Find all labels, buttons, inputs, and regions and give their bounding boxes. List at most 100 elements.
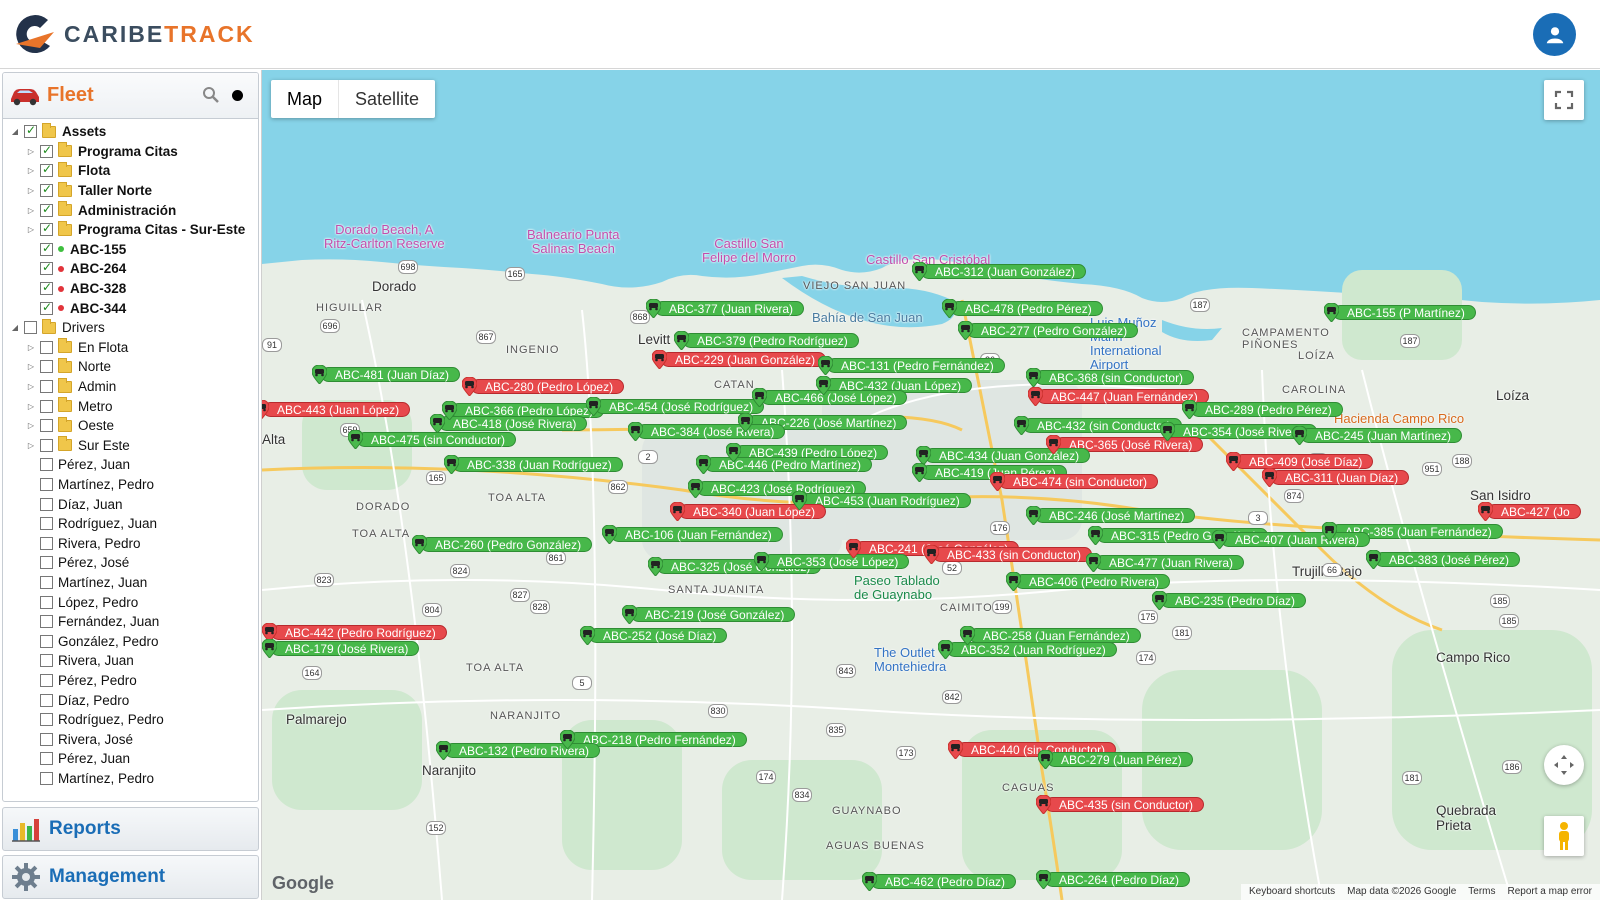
vehicle-marker[interactable]: ABC-264 (Pedro Díaz): [1036, 870, 1191, 889]
street-view-pegman[interactable]: [1544, 816, 1584, 856]
tree-checkbox[interactable]: [40, 260, 53, 276]
tree-checkbox[interactable]: [40, 241, 53, 256]
report-error-link[interactable]: Report a map error: [1508, 886, 1592, 898]
expand-arrow-icon[interactable]: ▷: [25, 362, 37, 371]
expand-arrow-icon[interactable]: ▷: [25, 206, 37, 215]
vehicle-marker[interactable]: ABC-179 (José Rivera): [262, 639, 420, 658]
expand-arrow-icon[interactable]: ▷: [25, 421, 37, 430]
tree-item[interactable]: ▷ Sur Este: [3, 436, 258, 456]
status-dot-icon[interactable]: [232, 90, 243, 101]
tree-checkbox[interactable]: [40, 634, 53, 648]
tree-checkbox[interactable]: [40, 360, 53, 374]
vehicle-marker[interactable]: ABC-280 (Pedro López): [462, 377, 625, 396]
vehicle-marker[interactable]: ABC-312 (Juan González): [912, 262, 1087, 281]
vehicle-marker[interactable]: ABC-383 (José Pérez): [1366, 550, 1521, 569]
tree-item[interactable]: Pérez, Pedro: [3, 671, 258, 691]
tree-item[interactable]: López, Pedro: [3, 592, 258, 612]
tree-item[interactable]: Martínez, Juan: [3, 573, 258, 593]
place-label[interactable]: Balneario Punta Salinas Beach: [527, 228, 620, 256]
terms-link[interactable]: Terms: [1468, 886, 1495, 898]
tree-checkbox[interactable]: [40, 419, 53, 433]
tree-checkbox[interactable]: [40, 340, 53, 354]
map-type-map[interactable]: Map: [271, 80, 340, 118]
tree-checkbox[interactable]: [40, 575, 53, 589]
vehicle-marker[interactable]: ABC-379 (Pedro Rodríguez): [674, 331, 859, 350]
tree-checkbox[interactable]: [40, 654, 53, 668]
expand-arrow-icon[interactable]: ▷: [25, 343, 37, 352]
collapse-arrow-icon[interactable]: ◢: [9, 323, 21, 332]
vehicle-marker[interactable]: ABC-443 (Juan López): [262, 400, 411, 419]
tree-checkbox[interactable]: [40, 732, 53, 746]
vehicle-marker[interactable]: ABC-462 (Pedro Díaz): [862, 872, 1017, 891]
vehicle-marker[interactable]: ABC-475 (sin Conductor): [348, 430, 517, 449]
vehicle-marker[interactable]: ABC-478 (Pedro Pérez): [942, 299, 1103, 318]
place-label[interactable]: Paseo Tablado de Guaynabo: [854, 574, 940, 602]
tree-checkbox[interactable]: [40, 300, 53, 315]
tree-item[interactable]: ▷ Programa Citas: [3, 142, 258, 162]
tree-checkbox[interactable]: [40, 517, 53, 531]
place-label[interactable]: Castillo San Felipe del Morro: [702, 237, 796, 265]
tree-checkbox[interactable]: [40, 280, 53, 296]
expand-arrow-icon[interactable]: ▷: [25, 402, 37, 411]
tree-item[interactable]: ◢ Assets: [3, 122, 258, 142]
tree-item[interactable]: Pérez, Juan: [3, 455, 258, 475]
tree-item[interactable]: ▷ Taller Norte: [3, 181, 258, 201]
tree-checkbox[interactable]: [24, 123, 37, 139]
tree-item[interactable]: Rodríguez, Juan: [3, 514, 258, 534]
tree-item[interactable]: ▷ Flota: [3, 161, 258, 181]
tree-checkbox[interactable]: [40, 438, 53, 452]
tree-checkbox[interactable]: [40, 497, 53, 511]
tree-checkbox[interactable]: [40, 595, 53, 609]
place-label[interactable]: Dorado Beach, A Ritz-Carlton Reserve: [324, 223, 445, 251]
vehicle-marker[interactable]: ABC-442 (Pedro Rodríguez): [262, 623, 447, 642]
tree-item[interactable]: ◢ Drivers: [3, 318, 258, 338]
vehicle-marker[interactable]: ABC-433 (sin Conductor): [924, 545, 1093, 564]
vehicle-marker[interactable]: ABC-384 (José Rivera): [628, 422, 786, 441]
tree-checkbox[interactable]: [40, 202, 53, 217]
tree-item[interactable]: ABC-328: [3, 279, 258, 299]
camera-control-button[interactable]: [1544, 745, 1584, 785]
vehicle-marker[interactable]: ABC-106 (Juan Fernández): [602, 525, 783, 544]
vehicle-marker[interactable]: ABC-409 (José Díaz): [1226, 452, 1374, 471]
tree-item[interactable]: Rodríguez, Pedro: [3, 710, 258, 730]
vehicle-marker[interactable]: ABC-132 (Pedro Rivera): [436, 741, 601, 760]
tree-item[interactable]: ABC-155: [3, 240, 258, 260]
keyboard-shortcuts-link[interactable]: Keyboard shortcuts: [1249, 886, 1335, 898]
tree-item[interactable]: ABC-344: [3, 298, 258, 318]
tree-checkbox[interactable]: [40, 713, 53, 727]
tree-checkbox[interactable]: [24, 321, 37, 335]
tree-item[interactable]: Díaz, Juan: [3, 494, 258, 514]
vehicle-marker[interactable]: ABC-481 (Juan Díaz): [312, 365, 461, 384]
expand-arrow-icon[interactable]: ▷: [25, 186, 37, 195]
tree-item[interactable]: Pérez, Juan: [3, 749, 258, 769]
tree-item[interactable]: ▷ En Flota: [3, 338, 258, 358]
expand-arrow-icon[interactable]: ▷: [25, 147, 37, 156]
vehicle-marker[interactable]: ABC-474 (sin Conductor): [990, 472, 1159, 491]
tree-item[interactable]: ▷ Administración: [3, 200, 258, 220]
vehicle-marker[interactable]: ABC-353 (José López): [754, 552, 910, 571]
tree-item[interactable]: Fernández, Juan: [3, 612, 258, 632]
place-label[interactable]: The Outlet Montehiedra: [874, 646, 946, 674]
tree-item[interactable]: ▷ Metro: [3, 396, 258, 416]
tree-item[interactable]: ▷ Norte: [3, 357, 258, 377]
expand-arrow-icon[interactable]: ▷: [25, 441, 37, 450]
vehicle-marker[interactable]: ABC-368 (sin Conductor): [1026, 368, 1195, 387]
tree-checkbox[interactable]: [40, 771, 53, 785]
tree-item[interactable]: Rivera, José: [3, 729, 258, 749]
app-logo[interactable]: CARIBETRACK: [10, 10, 255, 58]
vehicle-marker[interactable]: ABC-246 (José Martínez): [1026, 506, 1196, 525]
vehicle-marker[interactable]: ABC-245 (Juan Martínez): [1292, 426, 1463, 445]
tree-checkbox[interactable]: [40, 143, 53, 158]
tree-checkbox[interactable]: [40, 221, 53, 237]
tree-checkbox[interactable]: [40, 458, 53, 472]
vehicle-marker[interactable]: ABC-338 (Juan Rodríguez): [444, 455, 623, 474]
vehicle-marker[interactable]: ABC-432 (sin Conductor): [1014, 416, 1183, 435]
vehicle-marker[interactable]: ABC-279 (Juan Pérez): [1038, 750, 1193, 769]
expand-arrow-icon[interactable]: ▷: [25, 382, 37, 391]
tree-item[interactable]: González, Pedro: [3, 631, 258, 651]
tree-item[interactable]: Pérez, José: [3, 553, 258, 573]
vehicle-marker[interactable]: ABC-277 (Pedro González): [958, 321, 1139, 340]
tree-checkbox[interactable]: [40, 693, 53, 707]
vehicle-marker[interactable]: ABC-131 (Pedro Fernández): [818, 356, 1005, 375]
vehicle-marker[interactable]: ABC-235 (Pedro Díaz): [1152, 591, 1307, 610]
